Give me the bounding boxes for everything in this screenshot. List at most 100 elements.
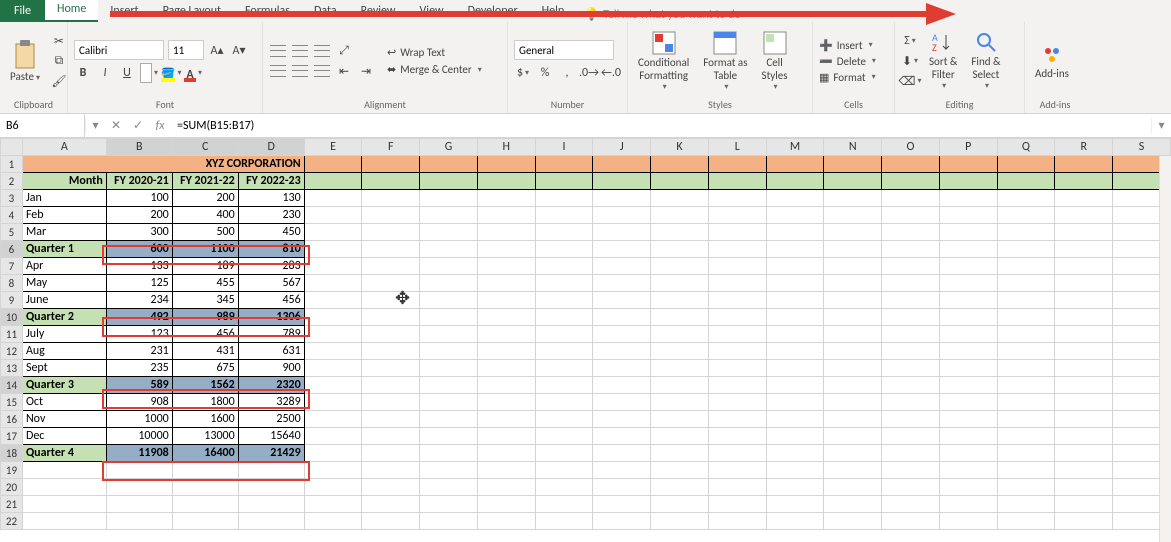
sheet-table[interactable]: A B C D E F G H I J K L M N O P Q R S 1X…	[0, 138, 1171, 530]
row-15[interactable]: 15Oct90818003289	[1, 394, 1171, 411]
cell[interactable]	[824, 156, 882, 173]
decrease-font-icon[interactable]: A▾	[230, 41, 248, 59]
cell[interactable]	[708, 462, 766, 479]
align-top-icon[interactable]	[269, 42, 287, 60]
align-right-icon[interactable]	[313, 62, 331, 80]
row-22[interactable]: 22	[1, 513, 1171, 530]
sort-filter-button[interactable]: AZ Sort &Filter	[925, 26, 961, 96]
row-header-21[interactable]: 21	[1, 496, 23, 513]
cell-B14[interactable]: 589	[106, 377, 172, 394]
cell[interactable]	[708, 377, 766, 394]
cell-A20[interactable]	[22, 479, 106, 496]
cell[interactable]	[708, 275, 766, 292]
cell[interactable]	[362, 190, 420, 207]
row-9[interactable]: 9June234345456	[1, 292, 1171, 309]
cell[interactable]	[535, 377, 593, 394]
cell[interactable]	[824, 496, 882, 513]
cell[interactable]	[535, 496, 593, 513]
cell[interactable]	[1055, 207, 1113, 224]
cell[interactable]	[362, 343, 420, 360]
cell[interactable]	[362, 360, 420, 377]
copy-icon[interactable]: ⧉	[50, 52, 68, 70]
cell[interactable]	[882, 513, 940, 530]
tab-developer[interactable]: Developer	[456, 0, 530, 22]
cell[interactable]	[1055, 190, 1113, 207]
cell[interactable]	[593, 275, 651, 292]
cell[interactable]	[939, 241, 997, 258]
cell[interactable]	[593, 479, 651, 496]
cell-D3[interactable]: 130	[238, 190, 304, 207]
cell[interactable]	[997, 173, 1055, 190]
cell[interactable]	[1055, 360, 1113, 377]
cell[interactable]	[882, 343, 940, 360]
cell[interactable]	[1055, 428, 1113, 445]
cell[interactable]	[824, 292, 882, 309]
cell[interactable]	[882, 411, 940, 428]
cell[interactable]	[651, 479, 709, 496]
cell[interactable]	[939, 411, 997, 428]
cell[interactable]	[420, 394, 478, 411]
cell[interactable]	[766, 190, 824, 207]
cell-C5[interactable]: 500	[172, 224, 238, 241]
cell[interactable]	[420, 360, 478, 377]
row-header-9[interactable]: 9	[1, 292, 23, 309]
title-cell[interactable]: XYZ CORPORATION	[22, 156, 304, 173]
percent-format-icon[interactable]: %	[536, 64, 554, 82]
cell[interactable]	[362, 207, 420, 224]
cell-A14[interactable]: Quarter 3	[22, 377, 106, 394]
row-header-19[interactable]: 19	[1, 462, 23, 479]
row-header-14[interactable]: 14	[1, 377, 23, 394]
cell[interactable]	[304, 326, 362, 343]
cell-B11[interactable]: 123	[106, 326, 172, 343]
row-header-18[interactable]: 18	[1, 445, 23, 462]
tab-help[interactable]: Help	[530, 0, 577, 22]
cell[interactable]	[1055, 462, 1113, 479]
cell[interactable]	[593, 156, 651, 173]
cell[interactable]	[997, 156, 1055, 173]
cell[interactable]	[477, 513, 535, 530]
cell[interactable]	[708, 207, 766, 224]
col-I[interactable]: I	[535, 139, 593, 156]
cell[interactable]	[304, 343, 362, 360]
cell-A12[interactable]: Aug	[22, 343, 106, 360]
cell[interactable]	[824, 326, 882, 343]
cell[interactable]	[535, 479, 593, 496]
cell[interactable]	[1055, 326, 1113, 343]
name-box[interactable]: B6	[0, 114, 85, 137]
cell[interactable]	[362, 479, 420, 496]
cell[interactable]	[824, 173, 882, 190]
orientation-icon[interactable]: ⤢	[335, 42, 353, 60]
row-header-10[interactable]: 10	[1, 309, 23, 326]
row-17[interactable]: 17Dec100001300015640	[1, 428, 1171, 445]
cell-B3[interactable]: 100	[106, 190, 172, 207]
cell[interactable]	[477, 156, 535, 173]
cell-A15[interactable]: Oct	[22, 394, 106, 411]
cell[interactable]	[304, 377, 362, 394]
cell[interactable]	[535, 462, 593, 479]
cell-D21[interactable]	[238, 496, 304, 513]
tab-page-layout[interactable]: Page Layout	[151, 0, 233, 22]
row-header-11[interactable]: 11	[1, 326, 23, 343]
row-20[interactable]: 20	[1, 479, 1171, 496]
cell[interactable]	[1055, 479, 1113, 496]
cell[interactable]	[362, 496, 420, 513]
cell[interactable]	[882, 241, 940, 258]
cell-C13[interactable]: 675	[172, 360, 238, 377]
cell-D4[interactable]: 230	[238, 207, 304, 224]
cell-D17[interactable]: 15640	[238, 428, 304, 445]
enter-formula-icon[interactable]: ✓	[127, 118, 149, 133]
cell[interactable]	[651, 224, 709, 241]
cell-B16[interactable]: 1000	[106, 411, 172, 428]
cell[interactable]	[766, 309, 824, 326]
cell[interactable]	[939, 360, 997, 377]
tab-home[interactable]: Home	[45, 0, 98, 22]
row-11[interactable]: 11July123456789	[1, 326, 1171, 343]
comma-format-icon[interactable]: ,	[558, 64, 576, 82]
border-button[interactable]	[140, 64, 158, 82]
col-F[interactable]: F	[362, 139, 420, 156]
cell[interactable]	[708, 309, 766, 326]
row-7[interactable]: 7Apr133189283	[1, 258, 1171, 275]
col-H[interactable]: H	[477, 139, 535, 156]
header-c[interactable]: FY 2021-22	[172, 173, 238, 190]
cell[interactable]	[766, 496, 824, 513]
